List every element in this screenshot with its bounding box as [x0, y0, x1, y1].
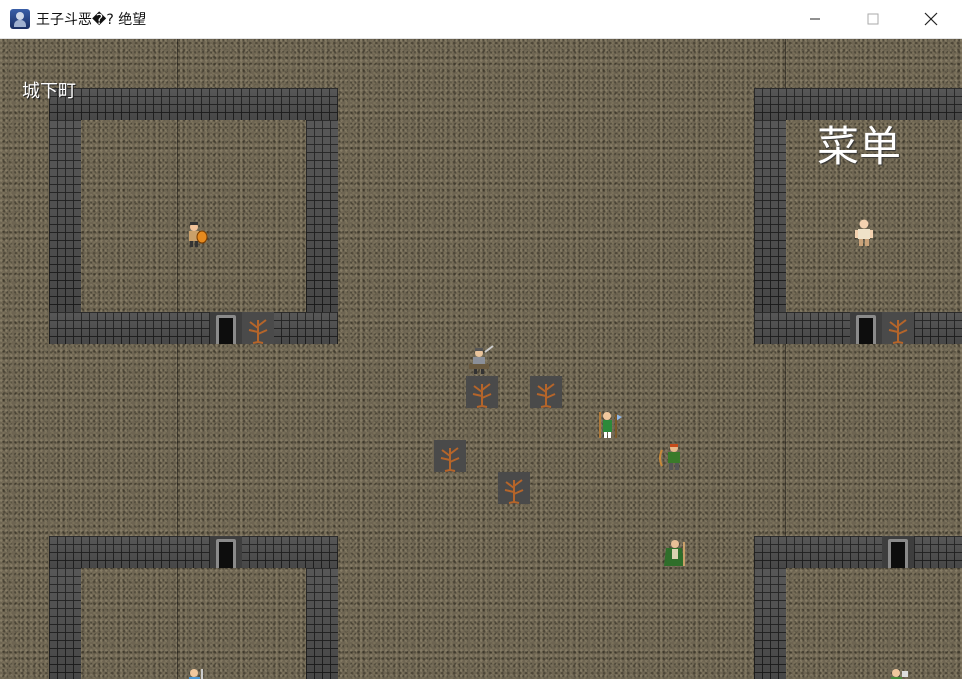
- close-icon: [924, 12, 938, 26]
- wall-top-left-bottom: [49, 312, 338, 344]
- minimize-button[interactable]: [786, 0, 844, 38]
- window-titlebar[interactable]: 王子斗恶�? 绝望: [0, 0, 962, 39]
- dead-tree: [466, 376, 498, 408]
- wall-top-left-top: [49, 88, 338, 120]
- dead-tree: [434, 440, 466, 472]
- armored-soldier[interactable]: [464, 344, 496, 376]
- green-archer[interactable]: [658, 440, 690, 472]
- bald-villager[interactable]: [848, 216, 880, 248]
- dead-tree: [498, 472, 530, 504]
- area-name-label: 城下町: [22, 81, 76, 102]
- wall-bottom-left-left: [49, 568, 81, 679]
- dungeon-door[interactable]: [850, 312, 882, 344]
- dead-tree: [530, 376, 562, 408]
- wall-top-left-left: [49, 120, 81, 312]
- green-mage-with-axe[interactable]: [594, 408, 626, 440]
- grid-line: [177, 39, 178, 679]
- dungeon-door[interactable]: [210, 536, 242, 568]
- dead-tree: [882, 312, 914, 344]
- wall-top-left-right: [306, 120, 338, 312]
- window-title: 王子斗恶�? 绝望: [36, 12, 147, 28]
- maximize-icon: [867, 13, 879, 25]
- dungeon-door[interactable]: [882, 536, 914, 568]
- wall-bottom-right-left: [754, 568, 786, 679]
- minimize-icon: [810, 18, 820, 20]
- maximize-button[interactable]: [844, 0, 902, 38]
- wall-bottom-left-top: [49, 536, 338, 568]
- villager-bottom-left[interactable]: [180, 665, 212, 679]
- villager-bottom-right[interactable]: [882, 665, 914, 679]
- game-viewport[interactable]: 城下町 菜单: [0, 39, 962, 679]
- green-cloaked-guard[interactable]: [658, 536, 690, 568]
- warrior-with-shield[interactable]: [180, 218, 212, 250]
- wall-bottom-right-top: [754, 536, 962, 568]
- wall-bottom-left-right: [306, 568, 338, 679]
- knight-app-icon: [10, 9, 30, 29]
- dead-tree: [242, 312, 274, 344]
- dungeon-door[interactable]: [210, 312, 242, 344]
- menu-button[interactable]: 菜单: [817, 113, 901, 174]
- close-button[interactable]: [902, 0, 960, 38]
- wall-top-right-left: [754, 120, 786, 312]
